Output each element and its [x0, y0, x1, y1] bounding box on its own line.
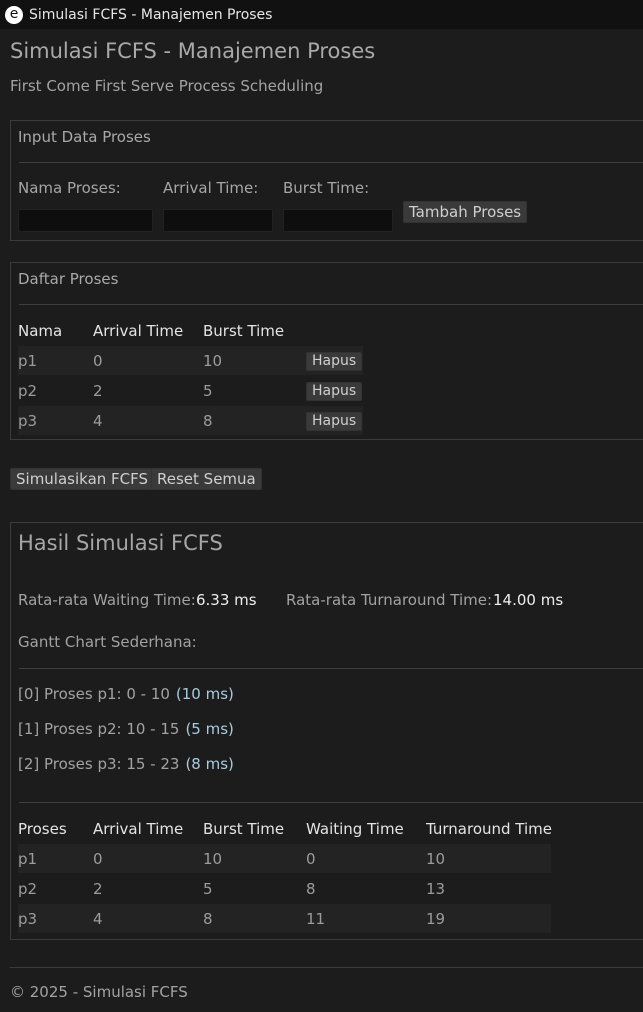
table-cell-burst: 8 [203, 412, 213, 430]
simulate-fcfs-button[interactable]: Simulasikan FCFS [10, 468, 155, 490]
gantt-entry: [0] Proses p1: 0 - 10 (10 ms) [18, 685, 234, 703]
table-cell-arrival: 2 [93, 382, 103, 400]
result-cell: 2 [93, 880, 103, 898]
window-title: Simulasi FCFS - Manajemen Proses [29, 6, 273, 23]
result-cell: 8 [203, 910, 213, 928]
delete-p2-button[interactable]: Hapus [306, 382, 363, 401]
input-panel-title: Input Data Proses [18, 128, 151, 146]
results-table-divider [19, 802, 643, 803]
burst-time-label: Burst Time: [283, 179, 370, 197]
result-cell: 10 [426, 850, 446, 868]
avg-turnaround-value: 14.00 ms [493, 591, 564, 609]
result-cell: 10 [203, 850, 223, 868]
result-col-process: Proses [18, 820, 67, 838]
delete-p3-button[interactable]: Hapus [306, 412, 363, 431]
result-col-waiting: Waiting Time [306, 820, 404, 838]
table-cell-arrival: 0 [93, 352, 103, 370]
add-process-button[interactable]: Tambah Proses [403, 201, 528, 223]
avg-waiting-label: Rata-rata Waiting Time: [18, 591, 196, 609]
gantt-entry-duration: (10 ms) [175, 685, 234, 703]
result-col-arrival: Arrival Time [93, 820, 184, 838]
col-header-arrival: Arrival Time [93, 322, 184, 340]
window-titlebar: e Simulasi FCFS - Manajemen Proses [0, 0, 643, 29]
gantt-chart-label: Gantt Chart Sederhana: [18, 633, 197, 651]
result-col-turnaround: Turnaround Time [426, 820, 553, 838]
arrival-time-label: Arrival Time: [163, 179, 259, 197]
table-cell-burst: 5 [203, 382, 213, 400]
page-subtitle: First Come First Serve Process Schedulin… [10, 77, 324, 95]
process-name-label: Nama Proses: [18, 179, 121, 197]
input-data-panel: Input Data Proses Nama Proses: Arrival T… [10, 120, 643, 241]
result-cell: 11 [306, 910, 326, 928]
gantt-entry: [1] Proses p2: 10 - 15 (5 ms) [18, 720, 234, 738]
gantt-entry: [2] Proses p3: 15 - 23 (8 ms) [18, 755, 234, 773]
gantt-entry-text: [1] Proses p2: 10 - 15 [18, 720, 180, 738]
result-cell: 19 [426, 910, 446, 928]
result-cell: p3 [18, 910, 38, 928]
result-cell: 5 [203, 880, 213, 898]
gantt-divider [19, 668, 643, 669]
process-list-divider [19, 304, 643, 305]
result-cell: 0 [306, 850, 316, 868]
result-cell: 8 [306, 880, 316, 898]
table-cell-name: p2 [18, 382, 38, 400]
footer-copyright: © 2025 - Simulasi FCFS [10, 983, 188, 1001]
reset-all-button[interactable]: Reset Semua [151, 468, 262, 490]
table-cell-name: p3 [18, 412, 38, 430]
table-cell-burst: 10 [203, 352, 223, 370]
input-panel-divider [19, 162, 643, 163]
delete-p1-button[interactable]: Hapus [306, 352, 363, 371]
burst-time-input[interactable] [283, 209, 393, 232]
result-cell: p1 [18, 850, 38, 868]
results-title: Hasil Simulasi FCFS [18, 531, 223, 555]
gantt-entry-duration: (5 ms) [185, 720, 234, 738]
gantt-entry-duration: (8 ms) [185, 755, 234, 773]
col-header-name: Nama [18, 322, 63, 340]
app-logo-icon: e [5, 5, 23, 24]
table-cell-name: p1 [18, 352, 38, 370]
process-list-panel: Daftar Proses Nama Arrival Time Burst Ti… [10, 262, 643, 440]
footer-divider [10, 967, 643, 968]
result-cell: 13 [426, 880, 446, 898]
process-name-input[interactable] [18, 209, 153, 232]
avg-waiting-value: 6.33 ms [196, 591, 257, 609]
table-cell-arrival: 4 [93, 412, 103, 430]
result-col-burst: Burst Time [203, 820, 285, 838]
page-title: Simulasi FCFS - Manajemen Proses [10, 39, 376, 63]
col-header-burst: Burst Time [203, 322, 285, 340]
arrival-time-input[interactable] [163, 209, 273, 232]
gantt-entry-text: [2] Proses p3: 15 - 23 [18, 755, 180, 773]
simulation-results-panel: Hasil Simulasi FCFS Rata-rata Waiting Ti… [10, 522, 643, 940]
process-list-title: Daftar Proses [18, 270, 119, 288]
result-cell: p2 [18, 880, 38, 898]
gantt-entry-text: [0] Proses p1: 0 - 10 [18, 685, 170, 703]
result-cell: 4 [93, 910, 103, 928]
result-cell: 0 [93, 850, 103, 868]
avg-turnaround-label: Rata-rata Turnaround Time: [286, 591, 493, 609]
